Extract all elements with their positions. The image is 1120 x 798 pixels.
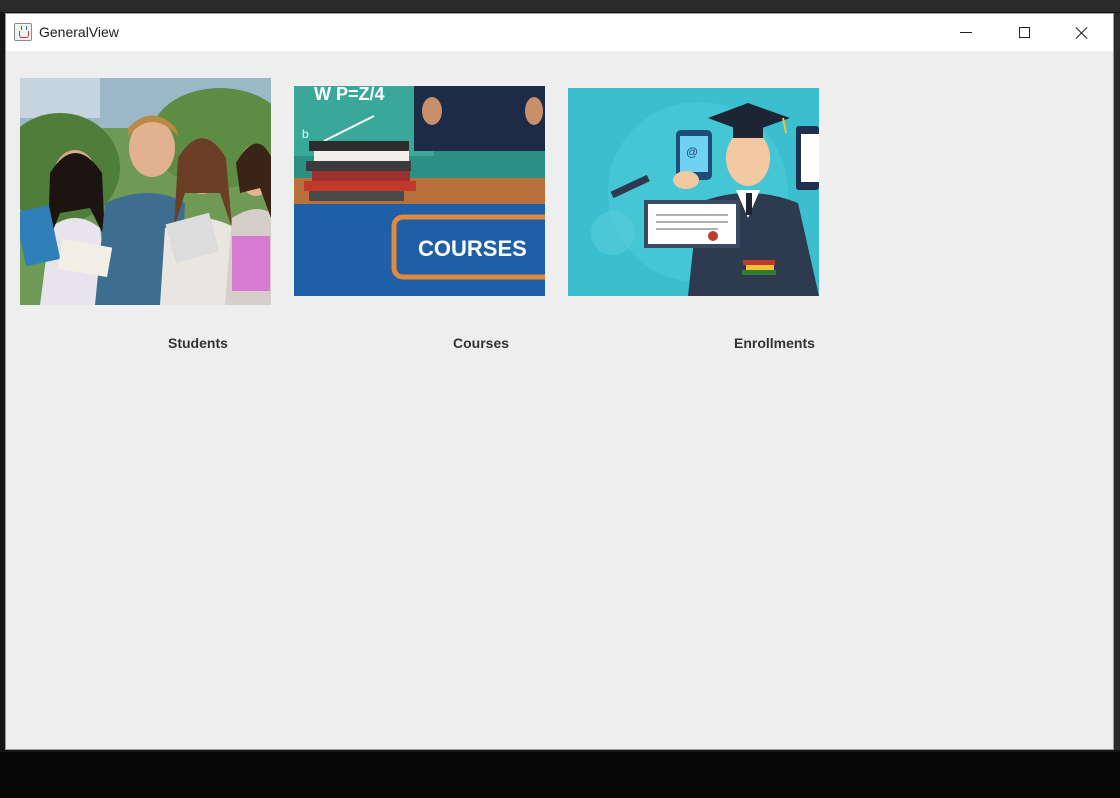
students-image-button[interactable] xyxy=(20,78,271,305)
minimize-button[interactable] xyxy=(943,14,989,51)
students-photo xyxy=(20,78,271,305)
courses-banner-text: COURSES xyxy=(418,236,527,261)
title-bar[interactable]: GeneralView xyxy=(6,14,1113,51)
enrollments-label: Enrollments xyxy=(734,335,815,351)
maximize-icon xyxy=(1018,27,1030,38)
maximize-button[interactable] xyxy=(1001,14,1047,51)
svg-text:@: @ xyxy=(686,145,698,159)
students-label: Students xyxy=(168,335,228,351)
chalkboard-formula-text: W P=Z/4 xyxy=(314,86,385,104)
courses-label: Courses xyxy=(453,335,510,351)
courses-photo: W P=Z/4 b COURSES xyxy=(294,86,545,296)
enrollments-illustration: @ xyxy=(568,88,819,296)
svg-text:b: b xyxy=(302,127,309,141)
desktop-right-edge xyxy=(1114,13,1120,750)
minimize-icon xyxy=(960,32,972,33)
close-button[interactable] xyxy=(1059,14,1105,51)
desktop-top-strip xyxy=(0,0,1120,12)
enrollments-image-button[interactable]: @ xyxy=(568,88,819,296)
java-coffee-cup-icon[interactable] xyxy=(14,23,32,41)
close-icon xyxy=(1075,26,1089,40)
app-window: GeneralView W P=Z/4 b COURSES @ Students… xyxy=(5,13,1114,750)
desktop: GeneralView W P=Z/4 b COURSES @ Students… xyxy=(0,0,1120,798)
window-title: GeneralView xyxy=(39,24,119,40)
courses-image-button[interactable]: W P=Z/4 b COURSES xyxy=(294,86,545,296)
taskbar-area xyxy=(0,752,1120,798)
